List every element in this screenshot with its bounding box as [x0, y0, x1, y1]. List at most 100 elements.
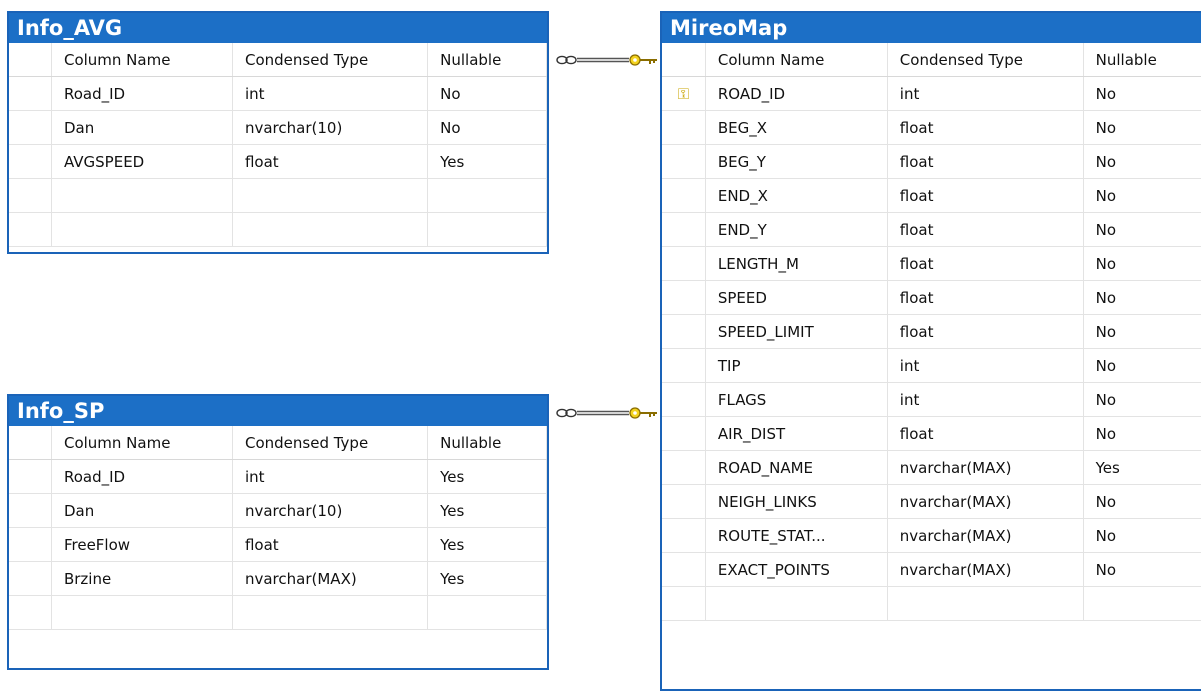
empty-row[interactable] — [9, 212, 547, 247]
table-mireomap[interactable]: MireoMap Column Name Condensed Type Nullab… — [660, 11, 1201, 691]
column-type-cell[interactable]: float — [887, 314, 1084, 349]
column-name-cell[interactable]: LENGTH_M — [705, 246, 888, 281]
row-selector[interactable] — [9, 527, 52, 562]
column-name-cell[interactable]: Road_ID — [51, 459, 233, 494]
nullable-cell[interactable]: Yes — [427, 144, 547, 179]
row-selector[interactable] — [662, 484, 706, 519]
row-selector[interactable]: ⚿ — [662, 76, 706, 111]
column-name-header[interactable]: Column Name — [51, 43, 233, 77]
column-row[interactable]: BEG_X float No — [662, 110, 1201, 145]
column-row[interactable]: ROUTE_STAT... nvarchar(MAX) No — [662, 518, 1201, 553]
column-type-cell[interactable] — [232, 595, 429, 630]
nullable-cell[interactable]: Yes — [1083, 450, 1201, 485]
column-name-cell[interactable]: TIP — [705, 348, 888, 383]
table-title[interactable]: Info_SP — [9, 396, 547, 426]
column-type-cell[interactable]: int — [887, 382, 1084, 417]
column-grid[interactable]: Column Name Condensed Type Nullable ⚿ ROAD_I… — [662, 43, 1201, 621]
row-selector[interactable] — [9, 459, 52, 494]
nullable-cell[interactable] — [427, 178, 547, 213]
column-row[interactable]: AVGSPEED float Yes — [9, 144, 547, 179]
column-name-cell[interactable] — [51, 212, 233, 247]
column-grid[interactable]: Column Name Condensed Type Nullable Road_ID… — [9, 43, 547, 247]
nullable-cell[interactable] — [427, 212, 547, 247]
column-name-cell[interactable]: SPEED — [705, 280, 888, 315]
row-selector[interactable] — [662, 144, 706, 179]
nullable-cell[interactable]: Yes — [427, 561, 547, 596]
nullable-cell[interactable]: Yes — [427, 527, 547, 562]
column-name-header[interactable]: Column Name — [51, 426, 233, 460]
column-name-cell[interactable] — [51, 178, 233, 213]
column-name-cell[interactable]: Dan — [51, 493, 233, 528]
column-name-cell[interactable]: Brzine — [51, 561, 233, 596]
nullable-cell[interactable] — [427, 595, 547, 630]
column-type-cell[interactable] — [232, 178, 429, 213]
column-type-cell[interactable]: nvarchar(MAX) — [232, 561, 429, 596]
row-selector[interactable] — [662, 552, 706, 587]
nullable-cell[interactable]: No — [1083, 314, 1201, 349]
row-selector[interactable] — [662, 382, 706, 417]
empty-row[interactable] — [662, 586, 1201, 621]
column-row[interactable]: SPEED float No — [662, 280, 1201, 315]
column-row[interactable]: END_Y float No — [662, 212, 1201, 247]
row-selector-header[interactable] — [9, 43, 52, 77]
column-type-cell[interactable]: float — [887, 212, 1084, 247]
column-row[interactable]: Dan nvarchar(10) Yes — [9, 493, 547, 528]
nullable-cell[interactable]: No — [1083, 178, 1201, 213]
row-selector[interactable] — [662, 246, 706, 281]
column-name-cell[interactable]: ROUTE_STAT... — [705, 518, 888, 553]
nullable-cell[interactable]: No — [1083, 76, 1201, 111]
row-selector[interactable] — [9, 110, 52, 145]
column-type-cell[interactable]: nvarchar(10) — [232, 110, 429, 145]
column-row[interactable]: Road_ID int No — [9, 76, 547, 111]
nullable-cell[interactable]: No — [1083, 212, 1201, 247]
table-info-avg[interactable]: Info_AVG Column Name Condensed Type Nullab… — [7, 11, 549, 254]
row-selector[interactable] — [9, 178, 52, 213]
row-selector[interactable] — [662, 110, 706, 145]
column-row[interactable]: TIP int No — [662, 348, 1201, 383]
condensed-type-header[interactable]: Condensed Type — [232, 426, 429, 460]
column-type-cell[interactable]: int — [232, 76, 429, 111]
column-row[interactable]: NEIGH_LINKS nvarchar(MAX) No — [662, 484, 1201, 519]
nullable-cell[interactable]: No — [1083, 484, 1201, 519]
row-selector[interactable] — [662, 212, 706, 247]
column-name-header[interactable]: Column Name — [705, 43, 888, 77]
row-selector[interactable] — [662, 348, 706, 383]
column-name-cell[interactable]: AVGSPEED — [51, 144, 233, 179]
row-selector[interactable] — [662, 178, 706, 213]
column-type-cell[interactable]: int — [232, 459, 429, 494]
row-selector[interactable] — [9, 76, 52, 111]
nullable-cell[interactable]: No — [427, 110, 547, 145]
column-type-cell[interactable]: float — [887, 416, 1084, 451]
nullable-header[interactable]: Nullable — [1083, 43, 1201, 77]
row-selector[interactable] — [9, 493, 52, 528]
column-name-cell[interactable]: ROAD_ID — [705, 76, 888, 111]
relationship-line-info-sp[interactable] — [549, 401, 661, 425]
nullable-cell[interactable]: No — [1083, 110, 1201, 145]
nullable-cell[interactable]: No — [1083, 280, 1201, 315]
column-name-cell[interactable]: NEIGH_LINKS — [705, 484, 888, 519]
column-row[interactable]: ROAD_NAME nvarchar(MAX) Yes — [662, 450, 1201, 485]
column-type-cell[interactable] — [232, 212, 429, 247]
row-selector[interactable] — [662, 518, 706, 553]
table-info-sp[interactable]: Info_SP Column Name Condensed Type Nullabl… — [7, 394, 549, 670]
row-selector[interactable] — [662, 280, 706, 315]
column-row[interactable]: LENGTH_M float No — [662, 246, 1201, 281]
row-selector[interactable] — [662, 314, 706, 349]
column-name-cell[interactable]: END_Y — [705, 212, 888, 247]
empty-row[interactable] — [9, 178, 547, 213]
table-title[interactable]: MireoMap — [662, 13, 1201, 43]
column-name-cell[interactable] — [51, 595, 233, 630]
nullable-header[interactable]: Nullable — [427, 43, 547, 77]
column-type-cell[interactable]: float — [232, 144, 429, 179]
column-name-cell[interactable]: FLAGS — [705, 382, 888, 417]
column-row[interactable]: FreeFlow float Yes — [9, 527, 547, 562]
column-type-cell[interactable]: int — [887, 348, 1084, 383]
column-name-cell[interactable]: AIR_DIST — [705, 416, 888, 451]
nullable-cell[interactable]: No — [1083, 416, 1201, 451]
column-type-cell[interactable]: nvarchar(MAX) — [887, 484, 1084, 519]
column-name-cell[interactable]: Dan — [51, 110, 233, 145]
column-name-cell[interactable]: Road_ID — [51, 76, 233, 111]
row-selector[interactable] — [9, 595, 52, 630]
column-type-cell[interactable]: float — [887, 178, 1084, 213]
empty-row[interactable] — [9, 595, 547, 630]
